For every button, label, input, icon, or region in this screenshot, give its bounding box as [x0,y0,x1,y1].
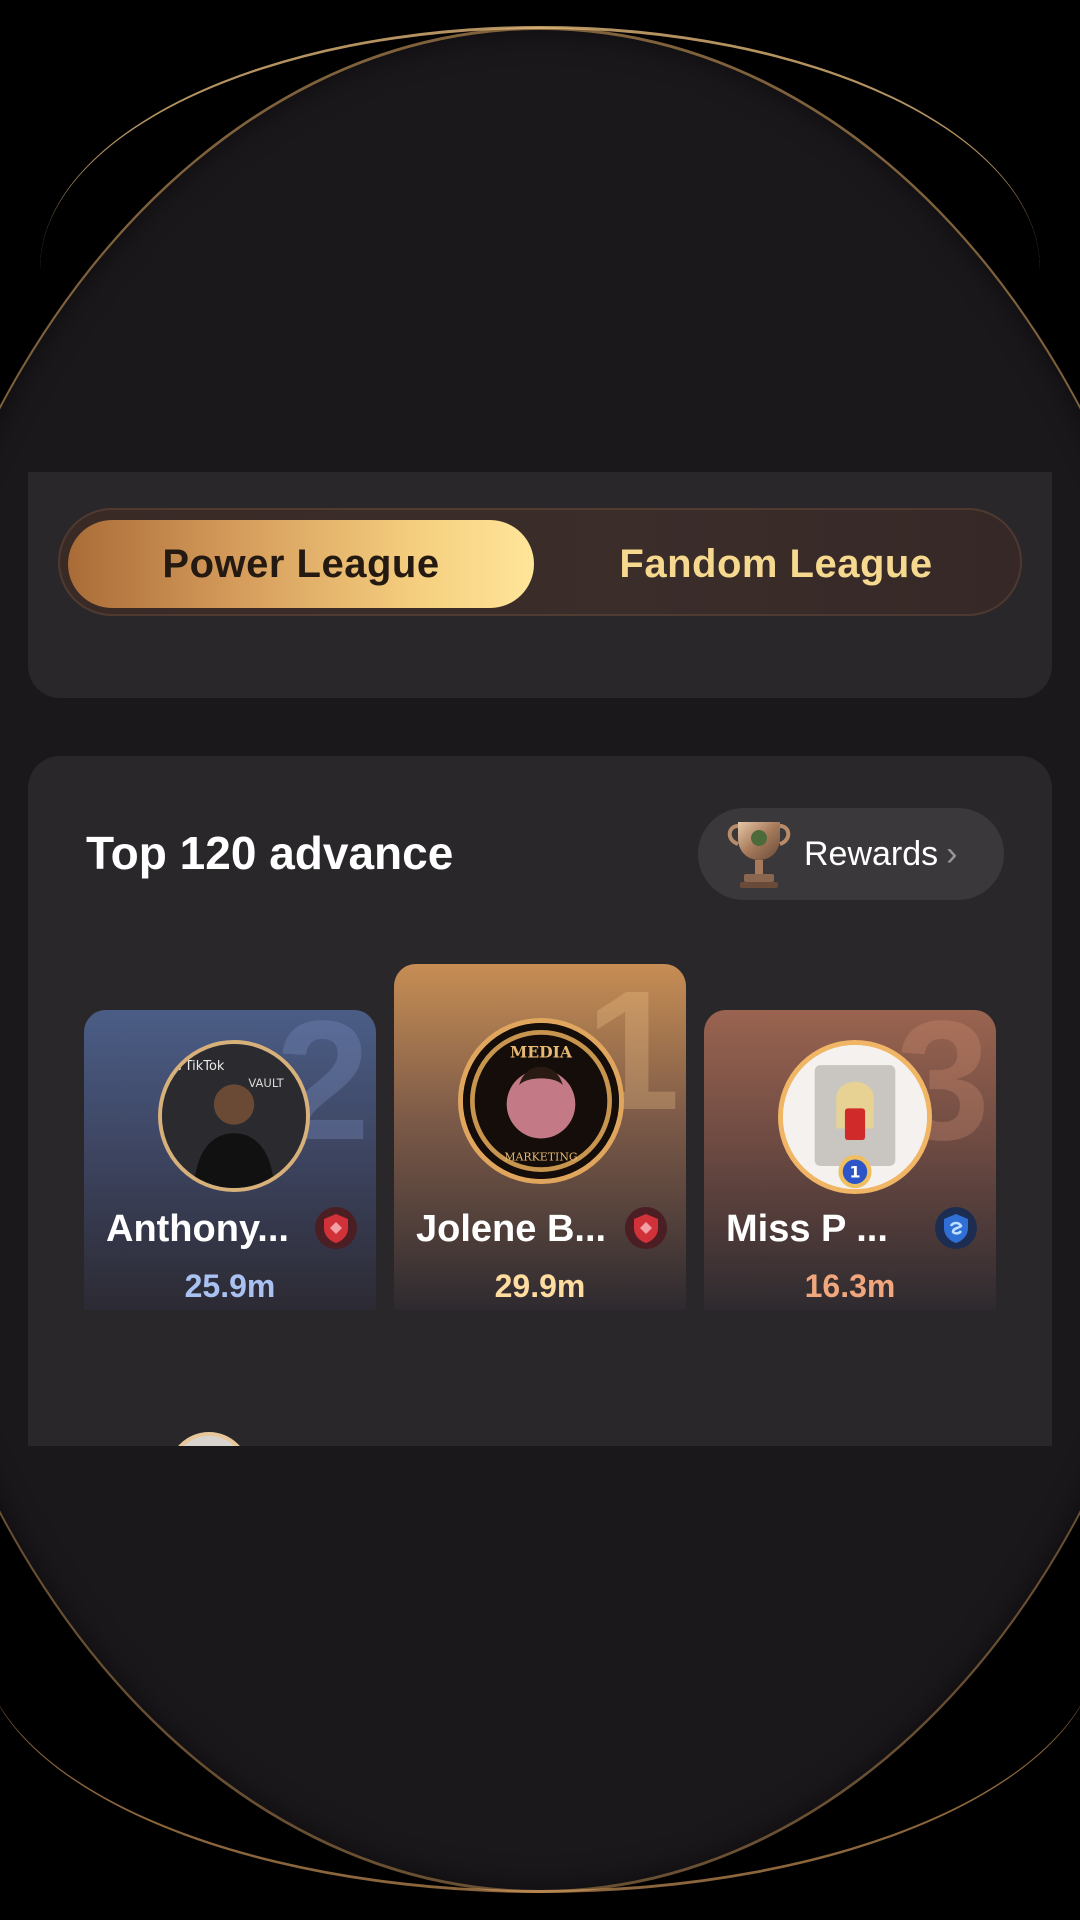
screen: Power League Fandom League Top 120 advan… [0,0,1080,1920]
avatar[interactable]: ♪TikTok VAULT [158,1040,310,1192]
creator-name: Miss P ... [726,1208,888,1250]
rewards-label: Rewards [804,834,939,873]
league-switch-card: Power League Fandom League [28,472,1052,698]
leaderboard-card: Top 120 advance Rewards › 2 ♪TikTok VAUL… [28,756,1052,1446]
chevron-right-icon: › [946,834,958,873]
svg-text:1: 1 [849,1162,860,1181]
league-toggle: Power League Fandom League [58,508,1022,616]
creator-score: 25.9m [184,1268,276,1304]
avatar[interactable]: MEDIA MARKETING [458,1018,624,1184]
svg-text:VAULT: VAULT [248,1076,284,1090]
svg-text:MEDIA: MEDIA [510,1042,573,1061]
next-row-avatar[interactable] [168,1432,250,1446]
blue-shield-icon [935,1207,977,1249]
creator-name: Jolene B... [416,1208,607,1250]
leaderboard-title: Top 120 advance [86,827,454,879]
podium-card-rank-2[interactable]: 2 ♪TikTok VAULT Anthony... 25.9m [84,1010,376,1310]
avatar[interactable]: 1 [778,1040,932,1194]
avatar-logo: MEDIA MARKETING [463,1023,619,1179]
podium-card-rank-1[interactable]: 1 MEDIA MARKETING Jolene B... 29.9m [394,964,686,1310]
rewards-button[interactable]: Rewards › [698,808,1004,900]
red-shield-icon [315,1207,357,1249]
svg-text:MARKETING: MARKETING [504,1150,577,1163]
red-shield-icon [625,1207,667,1249]
avatar-photo: 1 [783,1045,927,1189]
tab-fandom-league[interactable]: Fandom League [538,520,1014,608]
trophy-icon [727,822,791,888]
creator-name: Anthony... [106,1208,289,1250]
podium-card-rank-3[interactable]: 3 1 Miss P ... 16.3m [704,1010,996,1310]
tab-power-league[interactable]: Power League [68,520,534,608]
svg-text:♪TikTok: ♪TikTok [176,1059,225,1074]
avatar-photo: ♪TikTok VAULT [162,1044,306,1188]
creator-score: 16.3m [804,1268,896,1304]
creator-score: 29.9m [494,1268,586,1304]
